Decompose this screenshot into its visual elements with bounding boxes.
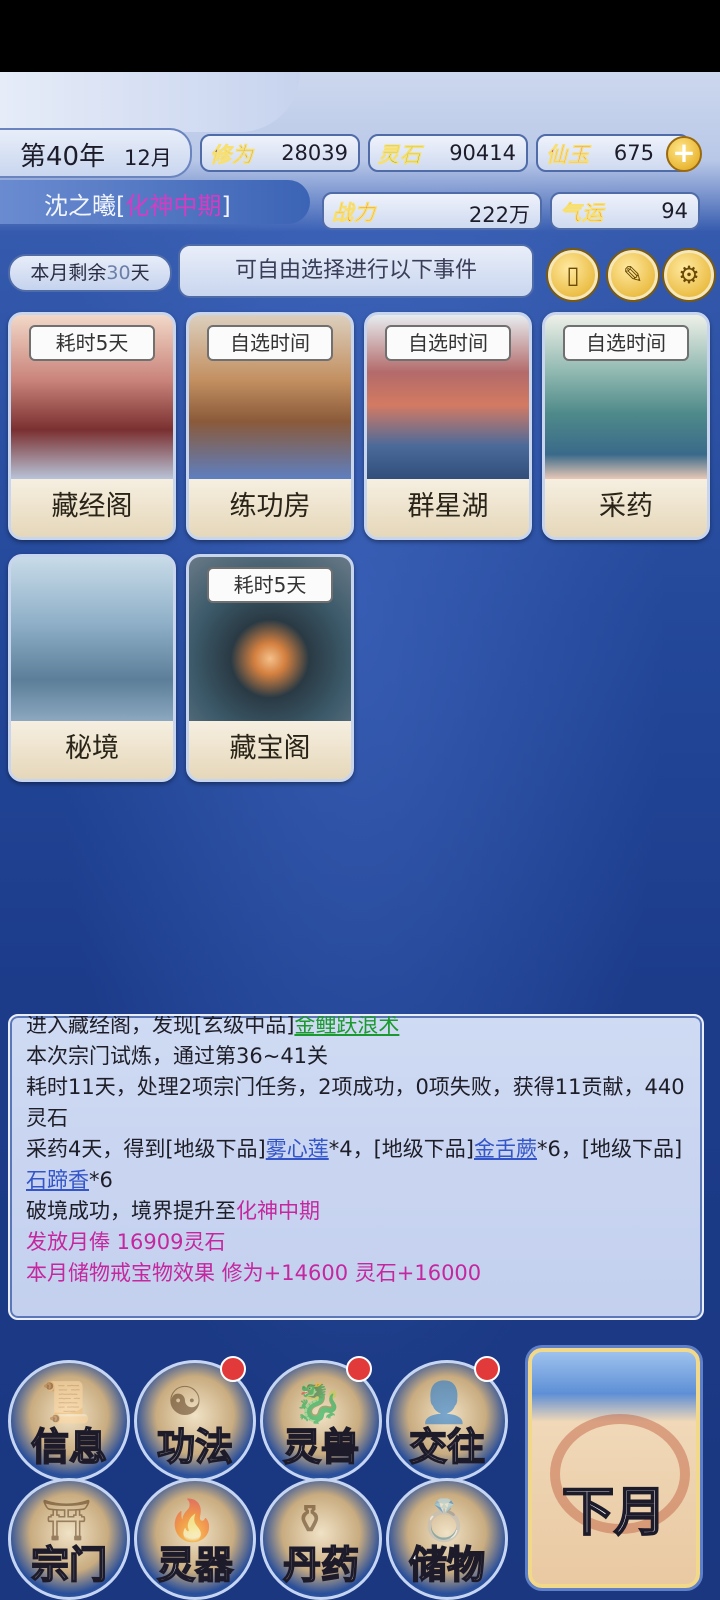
log-line: 破境成功，境界提升至化神中期 (26, 1199, 320, 1223)
days-remaining-number: 30 (106, 262, 131, 284)
gear-icon: ⚙ (678, 261, 700, 289)
cultivation-value: 28039 (281, 141, 348, 165)
next-month-label: 下月 (561, 1481, 667, 1544)
event-label: 秘境 (11, 721, 173, 779)
luck-stat: 气运 94 (550, 192, 700, 230)
spirit-stone-stat: 灵石 90414 (368, 134, 528, 172)
log-item-link[interactable]: 石蹄香 (26, 1168, 89, 1192)
notification-badge (220, 1356, 246, 1382)
month-label: 12月 (124, 146, 172, 170)
log-item-link[interactable]: 金舌蕨 (474, 1137, 537, 1161)
realm-text: 化神中期 (125, 192, 222, 220)
event-log-lines: 进入藏经阁，发现[玄级中品]金鲤跃浪术 本次宗门试炼，通过第36~41关 耗时1… (26, 1014, 690, 1289)
event-time-tag: 自选时间 (207, 325, 333, 361)
power-label: 战力 (332, 200, 376, 226)
nav-info-button[interactable]: 📜 信息 (8, 1360, 130, 1482)
nav-label: 储物 (408, 1541, 486, 1588)
nav-label: 信息 (30, 1423, 108, 1470)
cards-icon: ▯ (566, 261, 580, 289)
notification-badge (474, 1356, 500, 1382)
event-label: 群星湖 (367, 479, 529, 537)
nav-label: 功法 (156, 1423, 234, 1470)
cultivation-stat: 修为 28039 (200, 134, 360, 172)
nav-artifact-button[interactable]: 🔥 灵器 (134, 1478, 256, 1600)
log-line: 本次宗门试炼，通过第36~41关 (26, 1044, 329, 1068)
next-month-button[interactable]: 下月 (528, 1348, 700, 1588)
log-line: 耗时11天，处理2项宗门任务，2项成功，0项失败，获得11贡献，440灵石 (26, 1075, 685, 1130)
spirit-stone-label: 灵石 (378, 142, 422, 168)
nav-label: 交往 (408, 1423, 486, 1470)
cards-button[interactable]: ▯ (548, 250, 598, 300)
spirit-stone-value: 90414 (449, 141, 516, 165)
event-card-secret-realm[interactable]: 秘境 (8, 554, 176, 782)
character-name[interactable]: 沈之曦[化神中期] (44, 186, 231, 221)
event-time-tag: 耗时5天 (207, 567, 333, 603)
jade-value: 675 (613, 141, 654, 165)
log-line: 采药4天，得到[地级下品]雾心莲*4，[地级下品]金舌蕨*6，[地级下品]石蹄香… (26, 1137, 683, 1192)
power-value: 222万 (468, 203, 530, 227)
event-time-tag: 耗时5天 (29, 325, 155, 361)
days-remaining: 本月剩余30天 (8, 254, 172, 292)
add-jade-button[interactable]: + (666, 136, 702, 172)
power-stat: 战力 222万 (322, 192, 542, 230)
luck-value: 94 (661, 199, 688, 223)
event-card-library[interactable]: 耗时5天 藏经阁 (8, 312, 176, 540)
nav-label: 宗门 (30, 1541, 108, 1588)
event-log[interactable]: 进入藏经阁，发现[玄级中品]金鲤跃浪术 本次宗门试炼，通过第36~41关 耗时1… (8, 1014, 704, 1320)
nav-storage-button[interactable]: 💍 储物 (386, 1478, 508, 1600)
log-item-link[interactable]: 雾心莲 (266, 1137, 329, 1161)
log-line: 发放月俸 16909灵石 (26, 1230, 226, 1254)
event-card-treasure-pavilion[interactable]: 耗时5天 藏宝阁 (186, 554, 354, 782)
luck-label: 气运 (560, 200, 604, 226)
cultivation-label: 修为 (210, 142, 254, 168)
brush-button[interactable]: ✎ (608, 250, 658, 300)
event-prompt: 可自由选择进行以下事件 (178, 244, 534, 298)
nav-label: 灵器 (156, 1541, 234, 1588)
nav-sect-button[interactable]: ⛩ 宗门 (8, 1478, 130, 1600)
nav-label: 灵兽 (282, 1423, 360, 1470)
jade-label: 仙玉 (546, 142, 590, 168)
event-label: 藏经阁 (11, 479, 173, 537)
nav-pill-button[interactable]: ⚱ 丹药 (260, 1478, 382, 1600)
event-label: 藏宝阁 (189, 721, 351, 779)
brush-icon: ✎ (622, 261, 644, 289)
event-time-tag: 自选时间 (563, 325, 689, 361)
settings-button[interactable]: ⚙ (664, 250, 714, 300)
notification-badge (346, 1356, 372, 1382)
event-card-training-room[interactable]: 自选时间 练功房 (186, 312, 354, 540)
event-time-tag: 自选时间 (385, 325, 511, 361)
log-line: 进入藏经阁，发现[玄级中品]金鲤跃浪术 (26, 1014, 400, 1037)
year-label: 第40年 (20, 142, 106, 172)
nav-label: 丹药 (282, 1541, 360, 1588)
name-text: 沈之曦 (44, 192, 116, 220)
event-card-star-lake[interactable]: 自选时间 群星湖 (364, 312, 532, 540)
secret-realm-art (11, 557, 173, 721)
event-label: 采药 (545, 479, 707, 537)
event-card-herb-gathering[interactable]: 自选时间 采药 (542, 312, 710, 540)
log-line: 本月储物戒宝物效果 修为+14600 灵石+16000 (26, 1261, 482, 1285)
log-item-link[interactable]: 金鲤跃浪术 (294, 1016, 399, 1037)
event-label: 练功房 (189, 479, 351, 537)
status-bar (0, 0, 720, 72)
